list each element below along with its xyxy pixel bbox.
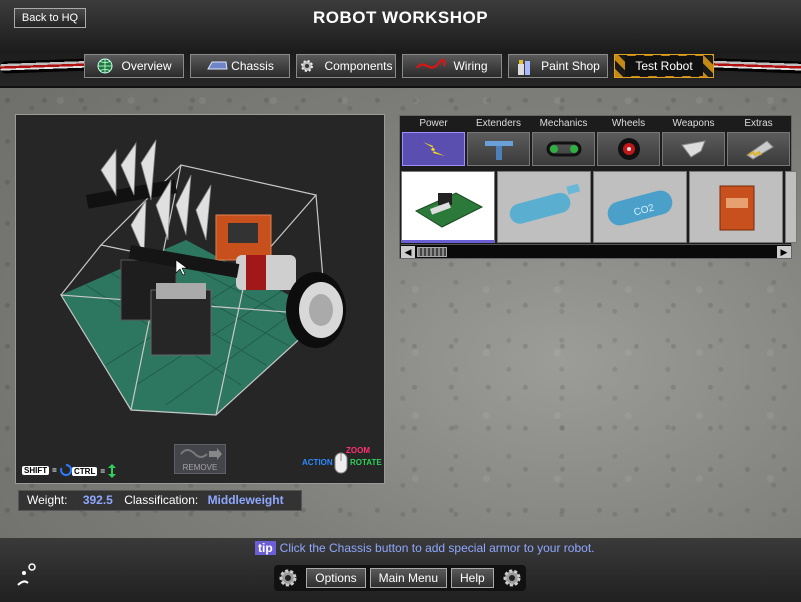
wheel-icon xyxy=(617,138,640,160)
mouse-icon xyxy=(334,452,348,474)
page-title: ROBOT WORKSHOP xyxy=(312,8,489,27)
remove-button[interactable]: REMOVE xyxy=(174,444,226,474)
category-label: Extras xyxy=(744,118,773,129)
chassis-icon xyxy=(206,58,228,74)
mouse-rotate-label: ROTATE xyxy=(350,458,382,467)
tab-label: Chassis xyxy=(231,59,274,73)
rotate-icon xyxy=(59,464,72,476)
category-extenders[interactable]: Extenders xyxy=(467,117,530,168)
tip-text: Click the Chassis button to add special … xyxy=(279,541,595,555)
mouse-zoom-label: ZOOM xyxy=(346,446,370,455)
help-button[interactable]: Help xyxy=(451,568,494,588)
part-items-list: CO2 xyxy=(401,171,797,243)
category-label: Power xyxy=(419,118,448,129)
tip-message: tip Click the Chassis button to add spec… xyxy=(255,541,595,555)
parts-scrollbar[interactable]: ◀ ▶ xyxy=(401,244,791,258)
blade-icon xyxy=(680,140,706,158)
tab-wiring[interactable]: Wiring xyxy=(402,54,502,78)
gas-cylinder-icon xyxy=(509,183,581,224)
chain-icon xyxy=(546,141,581,157)
part-item-circuit-board[interactable] xyxy=(401,171,495,243)
parts-panel: Power Extenders Mechanics Wheels Weapons… xyxy=(399,115,797,259)
globe-icon xyxy=(96,58,114,74)
part-item-gas-cylinder[interactable] xyxy=(497,171,591,243)
main-menu-button[interactable]: Main Menu xyxy=(369,568,448,588)
tab-chassis[interactable]: Chassis xyxy=(190,54,290,78)
tab-overview[interactable]: Overview xyxy=(84,54,184,78)
robot-stats-bar: Weight: 392.5 Classification: Middleweig… xyxy=(18,490,302,511)
classification-label: Classification: xyxy=(124,493,199,507)
weight-label: Weight: xyxy=(27,493,68,507)
tab-components[interactable]: Components xyxy=(296,54,396,78)
mouse-action-label: ACTION xyxy=(302,458,333,467)
category-label: Weapons xyxy=(672,118,715,129)
part-item-co2-tank[interactable]: CO2 xyxy=(593,171,687,243)
wire-icon xyxy=(416,58,447,74)
scroll-thumb[interactable] xyxy=(417,247,447,257)
robot-face-icon xyxy=(17,563,36,586)
part-category-tabs: Power Extenders Mechanics Wheels Weapons… xyxy=(402,117,790,168)
category-label: Extenders xyxy=(475,118,522,129)
co2-tank-icon: CO2 xyxy=(607,190,673,225)
category-wheels[interactable]: Wheels xyxy=(597,117,660,168)
options-button[interactable]: Options xyxy=(306,568,366,588)
top-bar: Back to HQ ROBOT WORKSHOP Overview Chass… xyxy=(0,0,801,88)
ctrl-key: CTRL xyxy=(72,466,98,476)
gear-icon xyxy=(279,569,297,587)
tab-label: Paint Shop xyxy=(541,59,600,73)
cable-decoration-right xyxy=(711,58,801,74)
scroll-left-arrow-icon[interactable]: ◀ xyxy=(401,246,415,258)
robot-model[interactable] xyxy=(16,115,384,483)
category-weapons[interactable]: Weapons xyxy=(662,117,725,168)
part-item-partial[interactable] xyxy=(785,171,797,243)
rotate-hint: SHIFT = xyxy=(22,464,72,476)
extender-icon xyxy=(484,141,513,160)
lightning-icon xyxy=(422,142,445,156)
shift-key: SHIFT xyxy=(22,465,50,475)
main-menu-bar: Options Main Menu Help xyxy=(274,565,526,591)
circuit-board-icon xyxy=(414,191,484,228)
gear-icon xyxy=(299,58,317,74)
main-tabs: Overview Chassis Components Wiring Paint… xyxy=(84,54,714,78)
tab-label: Wiring xyxy=(453,59,488,73)
part-item-battery-pack[interactable] xyxy=(689,171,783,243)
robot-3d-viewport[interactable]: SHIFT = CTRL = REMOVE ACTION ZOOM ROTATE xyxy=(15,114,385,484)
category-extras[interactable]: Extras xyxy=(727,117,790,168)
tab-label: Overview xyxy=(121,59,172,73)
tab-test-robot[interactable]: Test Robot xyxy=(614,54,714,78)
category-label: Wheels xyxy=(611,118,646,129)
scroll-right-arrow-icon[interactable]: ▶ xyxy=(777,246,791,258)
move-hint: CTRL = xyxy=(72,464,116,478)
vertical-arrows-icon xyxy=(108,464,116,478)
category-mechanics[interactable]: Mechanics xyxy=(532,117,595,168)
plow-icon xyxy=(745,140,774,160)
tab-paint-shop[interactable]: Paint Shop xyxy=(508,54,608,78)
weight-value: 392.5 xyxy=(82,493,113,507)
tab-label: Test Robot xyxy=(625,56,703,76)
category-label: Mechanics xyxy=(539,118,588,129)
battery-pack-icon xyxy=(719,185,755,230)
paint-icon xyxy=(516,58,534,75)
category-power[interactable]: Power xyxy=(402,117,465,168)
remove-arrow-icon xyxy=(180,448,222,460)
gear-icon xyxy=(503,569,521,587)
cable-decoration-left xyxy=(0,58,93,74)
remove-label: REMOVE xyxy=(182,463,218,472)
tip-badge: tip xyxy=(255,541,276,555)
classification-value: Middleweight xyxy=(207,493,284,507)
tab-label: Components xyxy=(324,59,393,73)
